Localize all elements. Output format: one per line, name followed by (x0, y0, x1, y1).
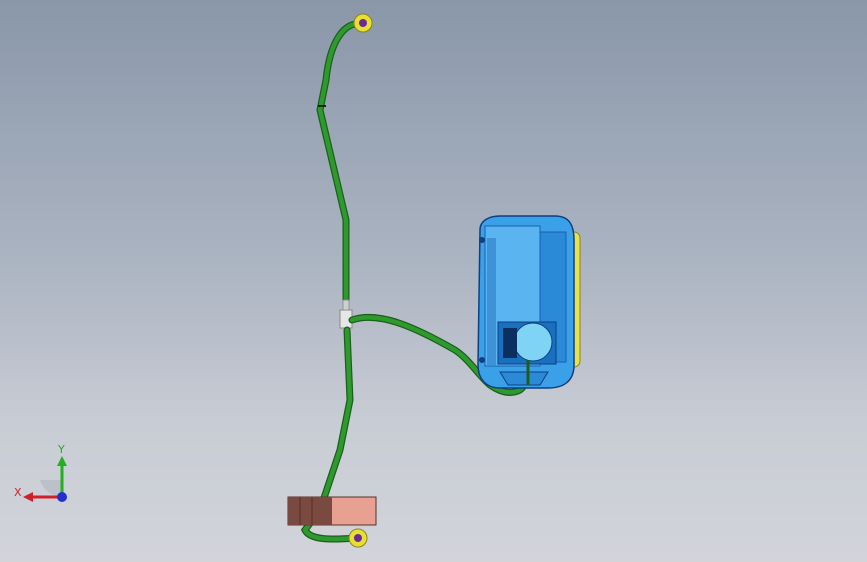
bottom-connector[interactable] (348, 528, 368, 548)
tee-fitting[interactable] (339, 299, 353, 329)
hose-upper[interactable] (316, 20, 364, 304)
top-connector[interactable] (353, 13, 373, 33)
coordinate-triad-icon: Y X (14, 443, 67, 502)
coordinate-triad: Y X (10, 440, 80, 510)
x-axis-label: X (14, 486, 22, 499)
graphics-viewport[interactable]: Y X (0, 0, 867, 562)
y-axis-label: Y (57, 443, 65, 456)
washer-reservoir[interactable] (477, 215, 581, 389)
mounting-bracket[interactable] (287, 496, 377, 526)
model-canvas[interactable] (0, 0, 867, 562)
